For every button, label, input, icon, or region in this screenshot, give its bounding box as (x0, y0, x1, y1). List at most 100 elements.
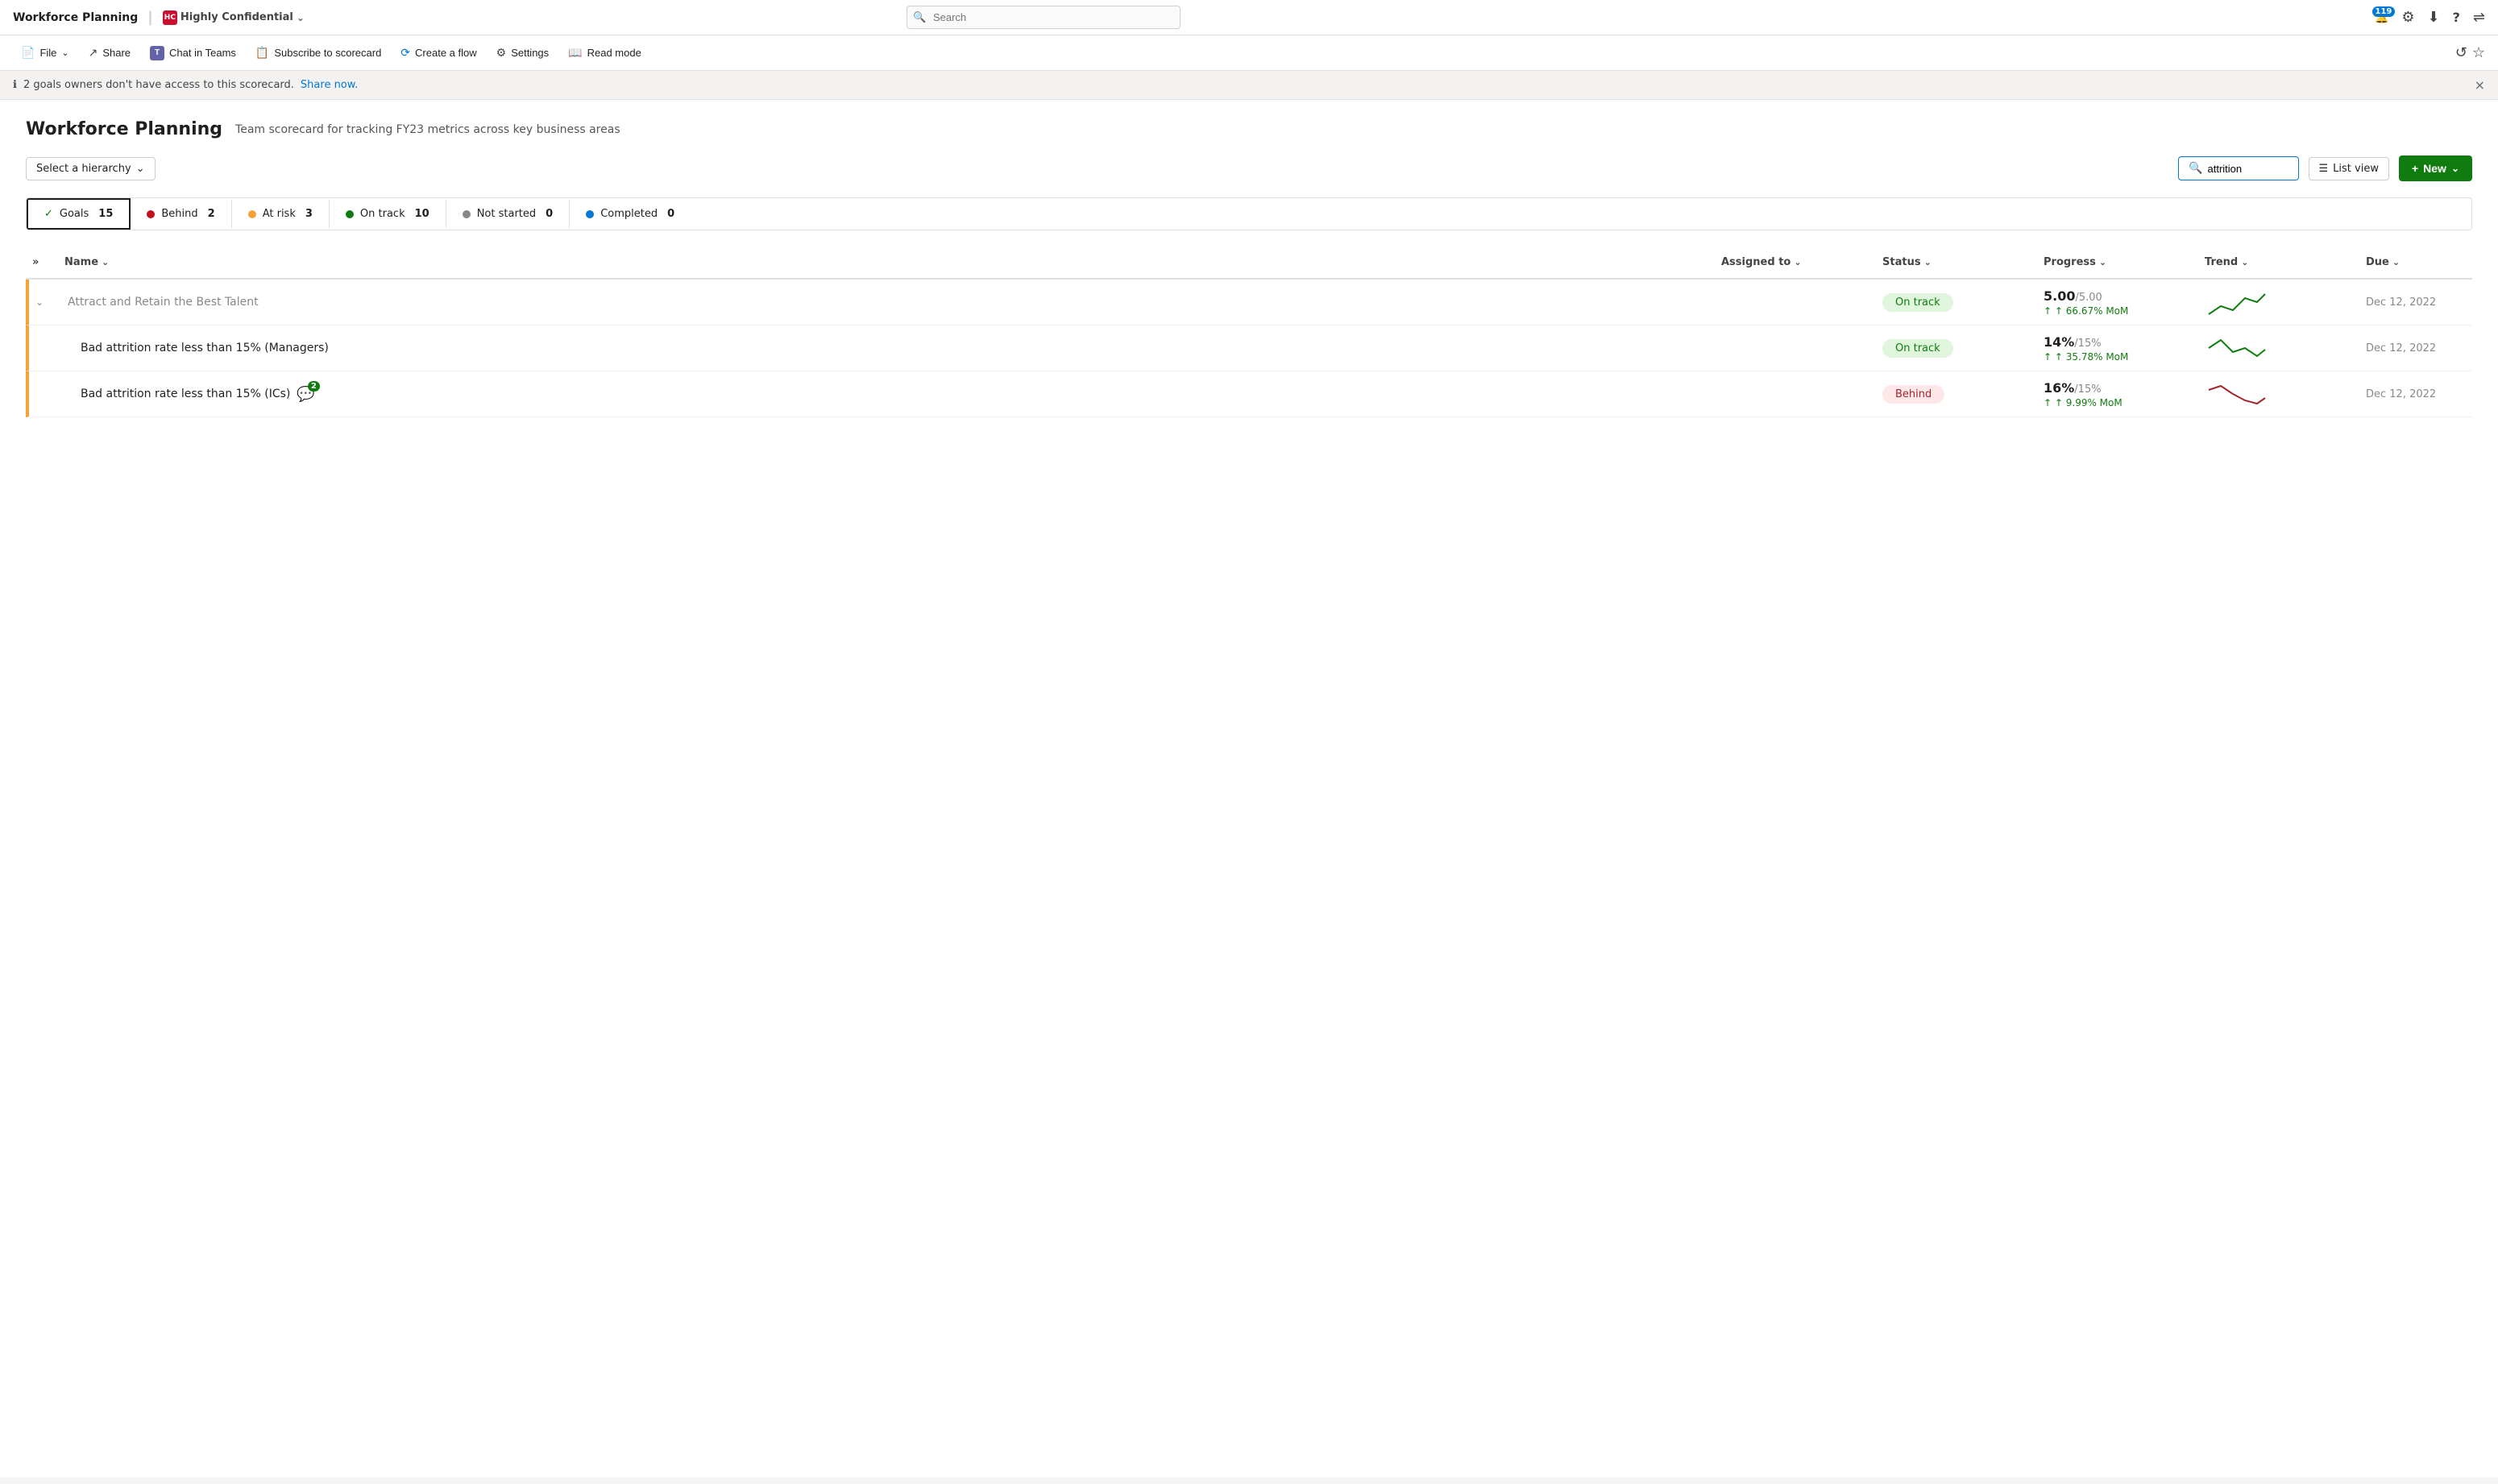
th-trend[interactable]: Trend ⌄ (2198, 253, 2359, 272)
not-started-count: 0 (546, 208, 553, 220)
banner-close-button[interactable]: × (2475, 77, 2485, 93)
read-mode-label: Read mode (587, 47, 641, 59)
create-flow-button[interactable]: ⟳ Create a flow (392, 41, 484, 64)
search-input[interactable] (907, 6, 1181, 29)
refresh-icon[interactable]: ↺ (2455, 44, 2467, 61)
completed-count: 0 (667, 208, 674, 220)
td-trend-parent (2198, 280, 2359, 325)
share-network-icon[interactable]: ⇌ (2473, 9, 2485, 26)
list-view-icon: ☰ (2319, 163, 2329, 175)
goals-table: » Name ⌄ Assigned to ⌄ Status ⌄ Progress… (26, 247, 2472, 417)
th-assigned-to[interactable]: Assigned to ⌄ (1715, 253, 1876, 272)
th-status[interactable]: Status ⌄ (1876, 253, 2037, 272)
name-sort-icon: ⌄ (102, 257, 109, 267)
search-box-icon: 🔍 (2189, 162, 2202, 175)
hierarchy-select[interactable]: Select a hierarchy ⌄ (26, 157, 156, 180)
confidential-chevron[interactable]: ⌄ (297, 12, 305, 23)
td-progress-row1: 14%/15% ↑ 35.78% MoM (2037, 328, 2198, 369)
assigned-sort-icon: ⌄ (1794, 257, 1801, 267)
completed-label: Completed (600, 208, 658, 220)
behind-label: Behind (161, 208, 197, 220)
app-title-group: Workforce Planning | HC Highly Confident… (13, 9, 305, 26)
th-due[interactable]: Due ⌄ (2359, 253, 2472, 272)
file-label: File (39, 47, 56, 59)
list-view-button[interactable]: ☰ List view (2309, 157, 2389, 180)
on-track-dot (346, 210, 354, 218)
goal-name-parent[interactable]: Attract and Retain the Best Talent (68, 296, 259, 309)
collapse-icon[interactable]: ⌄ (35, 296, 44, 308)
command-bar: 📄 File ⌄ ↗ Share T Chat in Teams 📋 Subsc… (0, 35, 2498, 71)
progress-col-label: Progress (2044, 256, 2096, 268)
chat-in-teams-button[interactable]: T Chat in Teams (142, 41, 244, 65)
progress-change-row1: ↑ 35.78% MoM (2044, 351, 2128, 363)
progress-target-row2: /15% (2074, 383, 2101, 396)
goal-name-row1[interactable]: Bad attrition rate less than 15% (Manage… (81, 342, 329, 354)
read-mode-button[interactable]: 📖 Read mode (560, 41, 649, 64)
goals-label: Goals (60, 208, 89, 220)
status-col-label: Status (1882, 256, 1921, 268)
status-goals[interactable]: ✓ Goals 15 (27, 198, 131, 230)
app-title: Workforce Planning (13, 11, 138, 24)
status-behind[interactable]: Behind 2 (131, 200, 231, 228)
read-mode-icon: 📖 (568, 46, 582, 60)
progress-target-parent: /5.00 (2075, 292, 2102, 304)
new-label: New (2423, 162, 2446, 175)
scorecard-title: Workforce Planning (26, 119, 222, 139)
download-icon[interactable]: ⬇ (2428, 9, 2440, 26)
status-not-started[interactable]: Not started 0 (446, 200, 570, 228)
cmd-bar-right: ↺ ☆ (2455, 44, 2485, 61)
th-expand[interactable]: » (26, 253, 58, 272)
status-completed[interactable]: Completed 0 (570, 200, 691, 228)
goals-count: 15 (98, 208, 113, 220)
th-name[interactable]: Name ⌄ (58, 253, 1715, 272)
share-now-link[interactable]: Share now. (301, 79, 358, 91)
assigned-col-label: Assigned to (1721, 256, 1791, 268)
status-at-risk[interactable]: At risk 3 (232, 200, 330, 228)
status-pill-row1: On track (1882, 339, 1953, 358)
share-label: Share (102, 47, 131, 59)
th-progress[interactable]: Progress ⌄ (2037, 253, 2198, 272)
status-on-track[interactable]: On track 10 (330, 200, 446, 228)
goal-name-row2[interactable]: Bad attrition rate less than 15% (ICs) (81, 388, 290, 400)
search-icon: 🔍 (913, 11, 926, 23)
progress-value-row1: 14% (2044, 334, 2074, 350)
due-sort-icon: ⌄ (2392, 257, 2400, 267)
banner-message: 2 goals owners don't have access to this… (23, 79, 294, 91)
td-progress-parent: 5.00/5.00 ↑ 66.67% MoM (2037, 282, 2198, 323)
settings-cmd-button[interactable]: ⚙ Settings (488, 41, 558, 64)
scorecard-description: Team scorecard for tracking FY23 metrics… (235, 123, 620, 136)
confidential-label: Highly Confidential (181, 11, 293, 23)
td-status-parent: On track (1876, 287, 2037, 318)
info-icon: ℹ (13, 79, 17, 91)
td-expand-parent[interactable]: ⌄ (29, 290, 61, 314)
subscribe-button[interactable]: 📋 Subscribe to scorecard (247, 41, 389, 64)
notification-count: 119 (2372, 6, 2396, 17)
settings-icon[interactable]: ⚙ (2401, 9, 2414, 26)
name-col-label: Name (64, 256, 98, 268)
favorite-icon[interactable]: ☆ (2472, 44, 2485, 61)
new-button[interactable]: + New ⌄ (2399, 155, 2472, 181)
td-due-parent: Dec 12, 2022 (2359, 290, 2472, 315)
file-button[interactable]: 📄 File ⌄ (13, 41, 77, 64)
help-icon[interactable]: ? (2453, 10, 2460, 25)
settings-cmd-icon: ⚙ (496, 46, 507, 60)
main-content: Workforce Planning Team scorecard for tr… (0, 100, 2498, 1478)
td-trend-row2 (2198, 371, 2359, 417)
progress-value-row2: 16% (2044, 380, 2074, 396)
global-search: 🔍 (907, 6, 1181, 29)
share-button[interactable]: ↗ Share (81, 41, 139, 64)
notification-button[interactable]: 🔔 119 (2375, 11, 2388, 24)
confidential-badge: HC Highly Confidential ⌄ (163, 10, 305, 25)
title-bar: Workforce Planning | HC Highly Confident… (0, 0, 2498, 35)
file-icon: 📄 (21, 46, 35, 60)
due-date-row1: Dec 12, 2022 (2366, 342, 2436, 354)
search-box-input[interactable] (2208, 163, 2288, 175)
comment-badge-row2[interactable]: 💬 2 (297, 386, 314, 403)
not-started-label: Not started (477, 208, 536, 220)
due-date-row2: Dec 12, 2022 (2366, 388, 2436, 400)
due-date-parent: Dec 12, 2022 (2366, 296, 2436, 309)
hierarchy-chevron: ⌄ (136, 163, 145, 175)
expand-all-icon[interactable]: » (32, 256, 39, 268)
td-expand-row2 (29, 388, 61, 400)
due-col-label: Due (2366, 256, 2389, 268)
